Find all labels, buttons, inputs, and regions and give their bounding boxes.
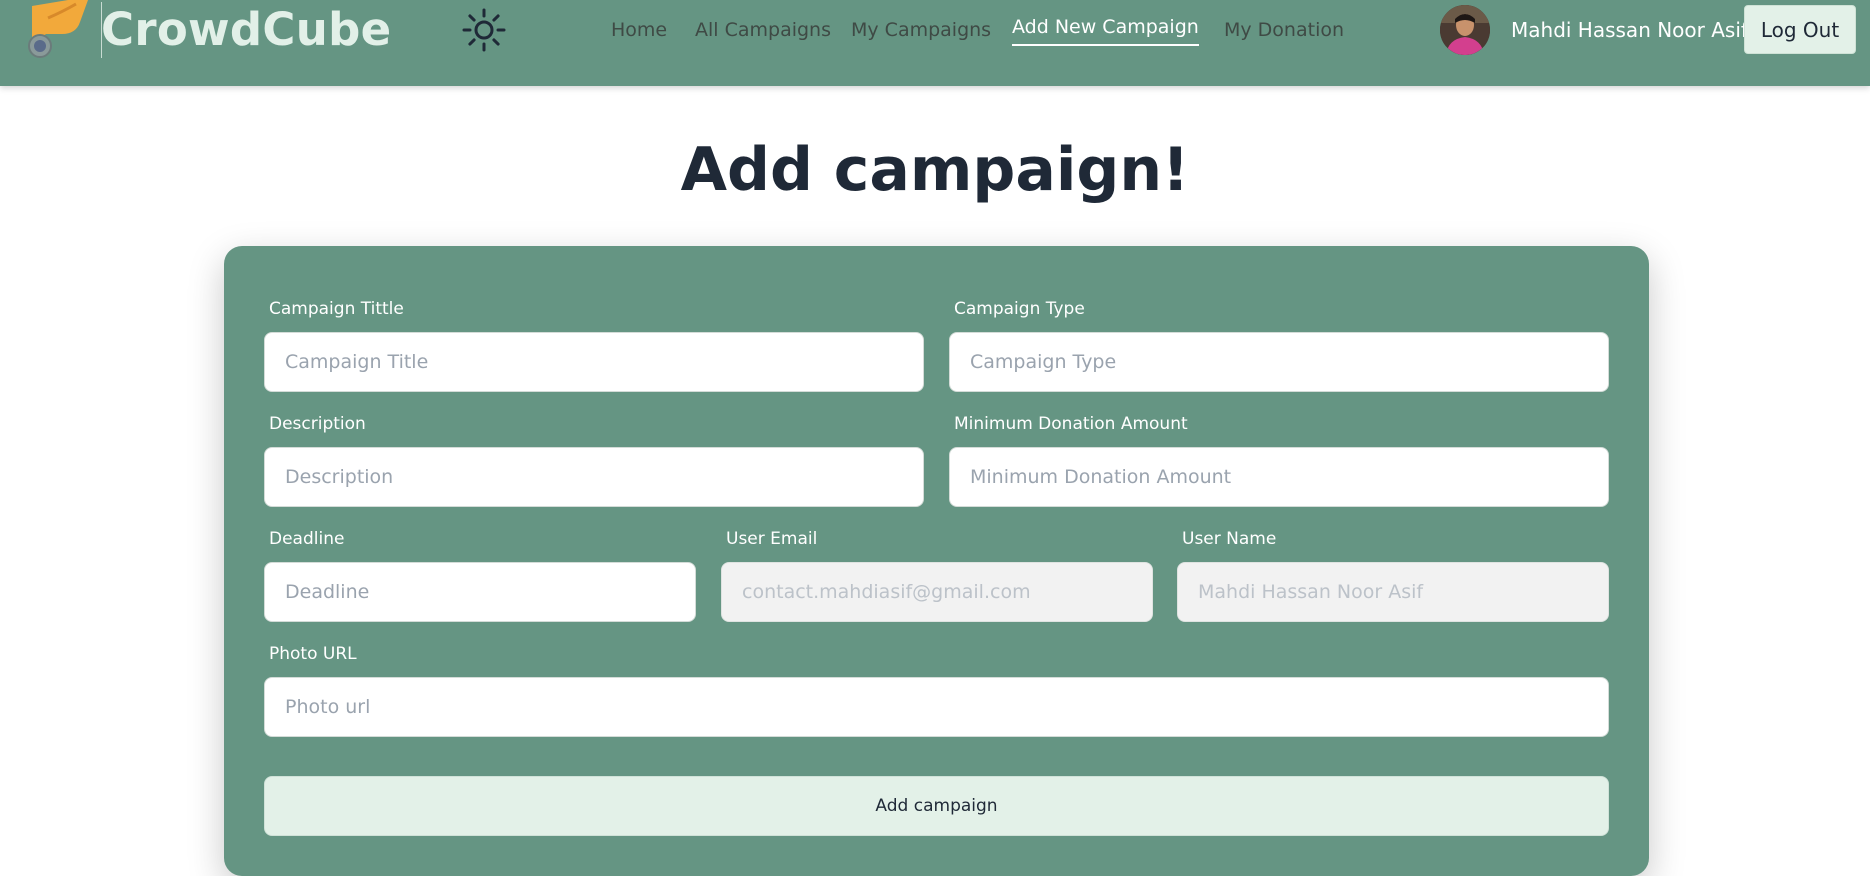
- deadline-input[interactable]: [264, 562, 696, 622]
- photo-url-input[interactable]: [264, 677, 1609, 737]
- campaign-title-group: Campaign Tittle: [264, 298, 924, 392]
- nav-link-my-donation[interactable]: My Donation: [1224, 17, 1344, 43]
- nav-link-my-campaigns[interactable]: My Campaigns: [851, 17, 991, 43]
- photo-url-group: Photo URL: [264, 643, 1609, 737]
- deadline-group: Deadline: [264, 528, 696, 622]
- campaign-title-input[interactable]: [264, 332, 924, 392]
- campaign-title-label: Campaign Tittle: [269, 299, 404, 319]
- deadline-label: Deadline: [269, 529, 345, 549]
- description-input[interactable]: [264, 447, 924, 507]
- nav-link-home[interactable]: Home: [611, 17, 667, 43]
- hand-coin-icon[interactable]: [18, 0, 90, 60]
- add-campaign-form: Campaign Tittle Campaign Type Descriptio…: [224, 246, 1649, 876]
- user-name-group: User Name: [1177, 528, 1609, 622]
- brand-name[interactable]: CrowdCube: [101, 4, 391, 56]
- min-donation-input[interactable]: [949, 447, 1609, 507]
- user-name[interactable]: Mahdi Hassan Noor Asif: [1511, 16, 1748, 44]
- user-avatar[interactable]: [1440, 5, 1490, 55]
- sun-icon[interactable]: [461, 7, 507, 53]
- user-name-input[interactable]: [1177, 562, 1609, 622]
- user-email-label: User Email: [726, 529, 818, 549]
- logout-button[interactable]: Log Out: [1744, 5, 1856, 54]
- min-donation-group: Minimum Donation Amount: [949, 413, 1609, 507]
- navbar: CrowdCube Home All Campaigns My Campaign…: [0, 0, 1870, 86]
- user-email-input[interactable]: [721, 562, 1153, 622]
- description-label: Description: [269, 414, 366, 434]
- user-name-label: User Name: [1182, 529, 1277, 549]
- add-campaign-button[interactable]: Add campaign: [264, 776, 1609, 836]
- nav-link-add-new-campaign[interactable]: Add New Campaign: [1012, 14, 1199, 46]
- campaign-type-label: Campaign Type: [954, 299, 1085, 319]
- min-donation-label: Minimum Donation Amount: [954, 414, 1188, 434]
- page-title: Add campaign!: [680, 135, 1190, 205]
- user-email-group: User Email: [721, 528, 1153, 622]
- nav-link-all-campaigns[interactable]: All Campaigns: [695, 17, 831, 43]
- campaign-type-input[interactable]: [949, 332, 1609, 392]
- description-group: Description: [264, 413, 924, 507]
- photo-url-label: Photo URL: [269, 644, 357, 664]
- campaign-type-group: Campaign Type: [949, 298, 1609, 392]
